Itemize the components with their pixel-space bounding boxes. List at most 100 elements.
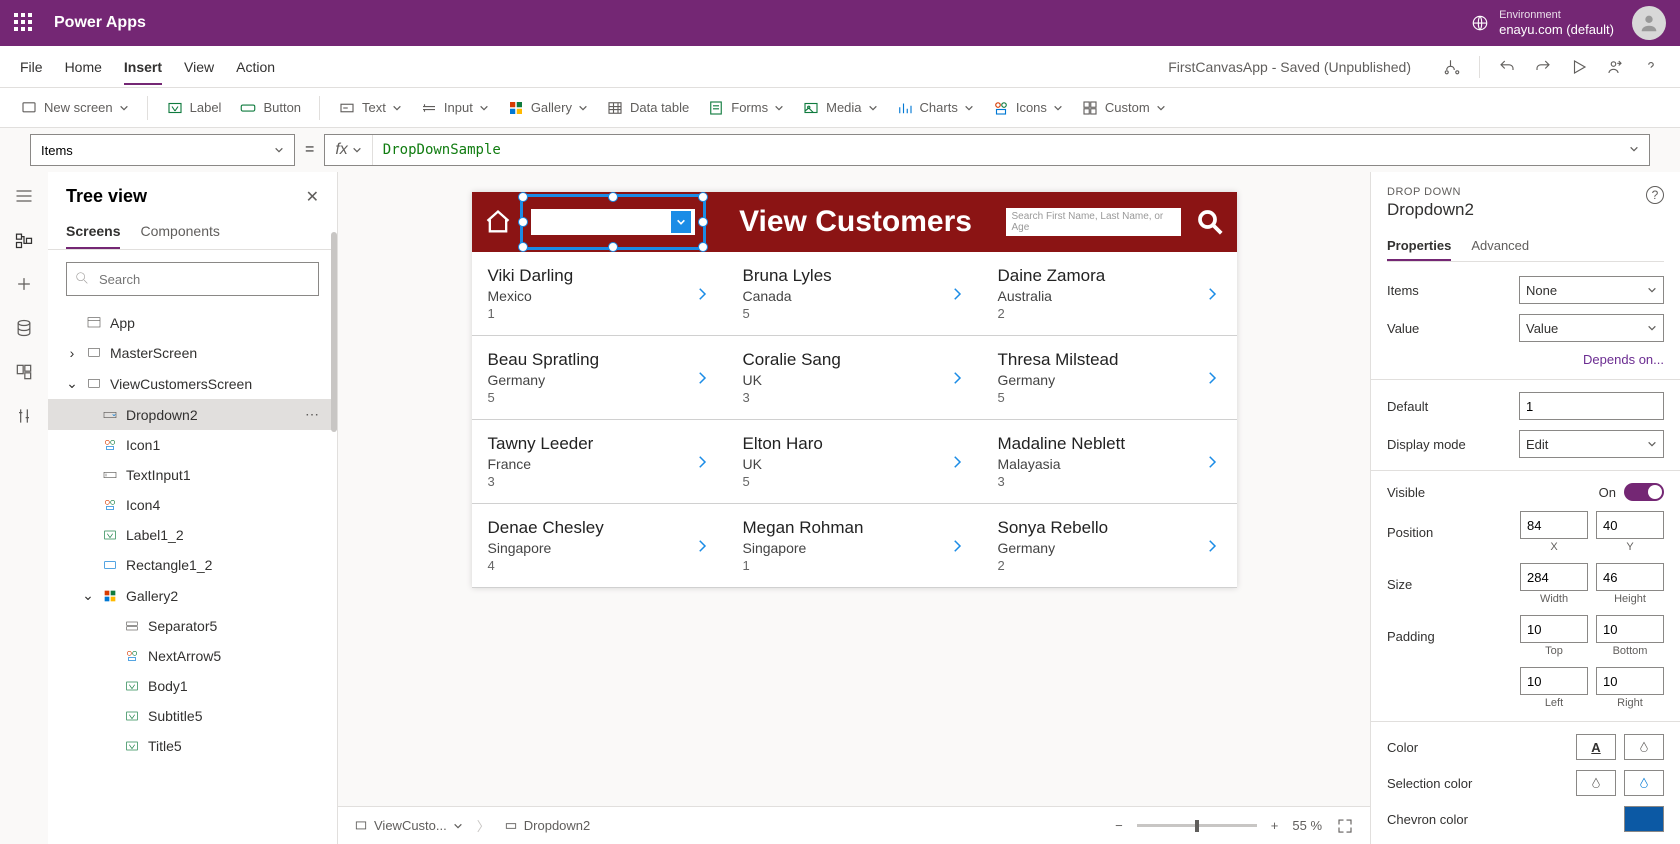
tree-item[interactable]: ⌄Gallery2 bbox=[48, 580, 337, 611]
tree-item[interactable]: Subtitle5 bbox=[48, 701, 337, 731]
sel-fill-color-picker[interactable] bbox=[1624, 770, 1664, 796]
control-name[interactable]: Dropdown2 bbox=[1387, 200, 1664, 220]
tab-properties[interactable]: Properties bbox=[1387, 232, 1451, 261]
menu-insert[interactable]: Insert bbox=[124, 49, 162, 85]
tree-item[interactable]: App bbox=[48, 308, 337, 338]
tree-search[interactable] bbox=[66, 262, 319, 296]
gallery-item[interactable]: Sonya RebelloGermany2 bbox=[982, 504, 1237, 587]
items-dropdown[interactable]: None bbox=[1519, 276, 1664, 304]
gallery-item[interactable]: Bruna LylesCanada5 bbox=[727, 252, 982, 335]
default-input[interactable] bbox=[1519, 392, 1664, 420]
displaymode-dropdown[interactable]: Edit bbox=[1519, 430, 1664, 458]
gallery-item[interactable]: Elton HaroUK5 bbox=[727, 420, 982, 503]
tree-item[interactable]: ⌄ViewCustomersScreen bbox=[48, 368, 337, 399]
tab-screens[interactable]: Screens bbox=[66, 215, 120, 249]
formula-input[interactable]: fx DropDownSample bbox=[324, 134, 1650, 166]
gallery-item[interactable]: Tawny LeederFrance3 bbox=[472, 420, 727, 503]
property-selector[interactable]: Items bbox=[30, 134, 295, 166]
chevron-right-icon[interactable] bbox=[693, 537, 711, 555]
gallery-item[interactable]: Viki DarlingMexico1 bbox=[472, 252, 727, 335]
scrollbar[interactable] bbox=[331, 232, 337, 432]
chevron-right-icon[interactable] bbox=[693, 285, 711, 303]
sel-font-color-picker[interactable] bbox=[1576, 770, 1616, 796]
media-panel-icon[interactable] bbox=[14, 362, 34, 382]
visible-toggle[interactable] bbox=[1624, 483, 1664, 501]
tree-item[interactable]: Separator5 bbox=[48, 611, 337, 641]
close-icon[interactable]: ✕ bbox=[306, 187, 319, 207]
share-icon[interactable] bbox=[1606, 58, 1624, 76]
tab-components[interactable]: Components bbox=[140, 215, 219, 249]
user-avatar[interactable] bbox=[1632, 6, 1666, 40]
forms-dropdown[interactable]: Forms bbox=[707, 99, 784, 117]
chevron-right-icon[interactable] bbox=[948, 369, 966, 387]
zoom-out[interactable]: − bbox=[1115, 818, 1123, 833]
tree-item[interactable]: Dropdown2⋯ bbox=[48, 399, 337, 430]
data-icon[interactable] bbox=[14, 318, 34, 338]
gallery-item[interactable]: Megan RohmanSingapore1 bbox=[727, 504, 982, 587]
selected-dropdown-control[interactable] bbox=[520, 194, 706, 250]
chevron-right-icon[interactable] bbox=[948, 537, 966, 555]
chev-color-picker[interactable] bbox=[1624, 806, 1664, 832]
tree-item[interactable]: Title5 bbox=[48, 731, 337, 761]
pad-top-input[interactable] bbox=[1520, 615, 1588, 643]
input-dropdown[interactable]: Input bbox=[420, 99, 489, 117]
gallery-item[interactable]: Daine ZamoraAustralia2 bbox=[982, 252, 1237, 335]
value-dropdown[interactable]: Value bbox=[1519, 314, 1664, 342]
gallery-item[interactable]: Thresa MilsteadGermany5 bbox=[982, 336, 1237, 419]
media-dropdown[interactable]: Media bbox=[802, 99, 877, 117]
tab-advanced[interactable]: Advanced bbox=[1471, 232, 1529, 261]
chevron-right-icon[interactable] bbox=[1203, 369, 1221, 387]
chevron-right-icon[interactable] bbox=[693, 453, 711, 471]
preview-search[interactable]: Search First Name, Last Name, or Age bbox=[1006, 208, 1181, 236]
tree-item[interactable]: NextArrow5 bbox=[48, 641, 337, 671]
undo-icon[interactable] bbox=[1498, 58, 1516, 76]
pad-bottom-input[interactable] bbox=[1596, 615, 1664, 643]
gallery-dropdown[interactable]: Gallery bbox=[507, 99, 588, 117]
gallery-item[interactable]: Beau SpratlingGermany5 bbox=[472, 336, 727, 419]
pos-x-input[interactable] bbox=[1520, 511, 1588, 539]
menu-view[interactable]: View bbox=[184, 49, 214, 85]
tree-view-icon[interactable] bbox=[14, 230, 34, 250]
icons-dropdown[interactable]: Icons bbox=[992, 99, 1063, 117]
help-icon[interactable] bbox=[1642, 58, 1660, 76]
custom-dropdown[interactable]: Custom bbox=[1081, 99, 1166, 117]
tree-item[interactable]: Body1 bbox=[48, 671, 337, 701]
app-checker-icon[interactable] bbox=[1443, 58, 1461, 76]
tree-item[interactable]: Rectangle1_2 bbox=[48, 550, 337, 580]
search-icon[interactable] bbox=[1195, 207, 1225, 237]
font-color-picker[interactable]: A bbox=[1576, 734, 1616, 760]
chevron-right-icon[interactable] bbox=[1203, 285, 1221, 303]
chevron-right-icon[interactable] bbox=[693, 369, 711, 387]
tree-item[interactable]: Label1_2 bbox=[48, 520, 337, 550]
breadcrumb-screen[interactable]: ViewCusto... bbox=[354, 818, 463, 833]
tree-item[interactable]: ›MasterScreen bbox=[48, 338, 337, 368]
help-icon[interactable]: ? bbox=[1646, 186, 1664, 204]
redo-icon[interactable] bbox=[1534, 58, 1552, 76]
tree-item[interactable]: TextInput1 bbox=[48, 460, 337, 490]
gallery-item[interactable]: Madaline NeblettMalayasia3 bbox=[982, 420, 1237, 503]
menu-file[interactable]: File bbox=[20, 49, 43, 85]
datatable-button[interactable]: Data table bbox=[606, 99, 689, 117]
home-icon[interactable] bbox=[484, 208, 512, 236]
charts-dropdown[interactable]: Charts bbox=[896, 99, 974, 117]
chevron-right-icon[interactable] bbox=[1203, 453, 1221, 471]
width-input[interactable] bbox=[1520, 563, 1588, 591]
tree-item[interactable]: Icon4 bbox=[48, 490, 337, 520]
tree-item[interactable]: Icon1 bbox=[48, 430, 337, 460]
new-screen-button[interactable]: New screen bbox=[20, 99, 129, 117]
play-icon[interactable] bbox=[1570, 58, 1588, 76]
breadcrumb-control[interactable]: Dropdown2 bbox=[504, 818, 591, 833]
app-preview[interactable]: View Customers Search First Name, Last N… bbox=[472, 192, 1237, 588]
pos-y-input[interactable] bbox=[1596, 511, 1664, 539]
menu-action[interactable]: Action bbox=[236, 49, 275, 85]
chevron-right-icon[interactable] bbox=[1203, 537, 1221, 555]
depends-on-link[interactable]: Depends on... bbox=[1583, 352, 1664, 367]
gallery-item[interactable]: Denae ChesleySingapore4 bbox=[472, 504, 727, 587]
zoom-slider[interactable] bbox=[1137, 824, 1257, 827]
app-launcher-icon[interactable] bbox=[14, 13, 34, 33]
pad-left-input[interactable] bbox=[1520, 667, 1588, 695]
chevron-right-icon[interactable] bbox=[948, 285, 966, 303]
text-dropdown[interactable]: Text bbox=[338, 99, 402, 117]
hamburger-icon[interactable] bbox=[14, 186, 34, 206]
pad-right-input[interactable] bbox=[1596, 667, 1664, 695]
